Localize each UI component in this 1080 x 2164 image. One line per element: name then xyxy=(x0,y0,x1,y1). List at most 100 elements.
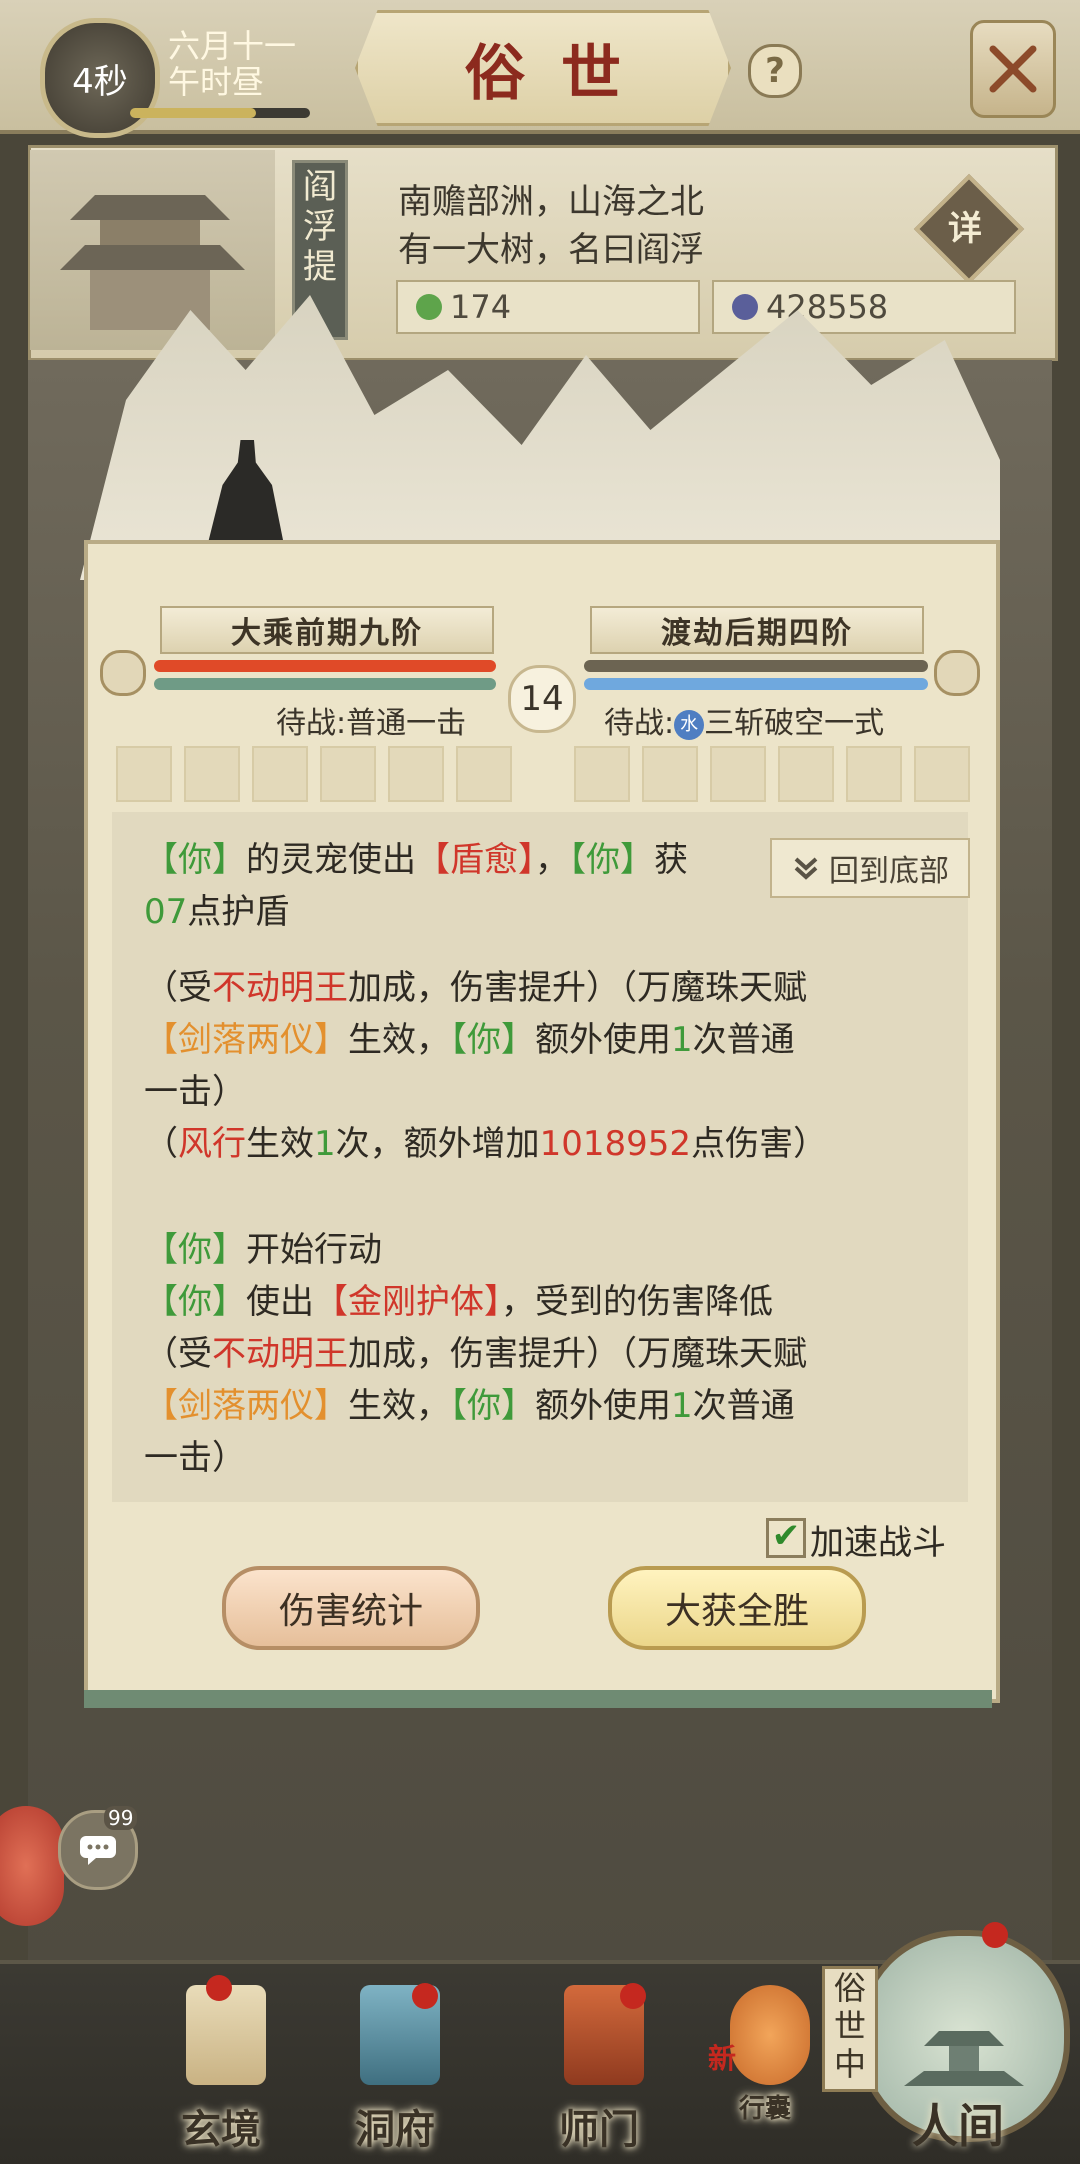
log-number: 1 xyxy=(314,1124,336,1164)
time-progress-fill xyxy=(130,108,256,118)
log-text: 点护盾 xyxy=(187,892,290,932)
log-text: 额外使用 xyxy=(535,1386,671,1426)
enemy-buff-slot[interactable] xyxy=(710,746,766,802)
player-avatar[interactable] xyxy=(100,650,146,696)
log-text: 次普通 xyxy=(692,1020,795,1060)
log-actor: 【你】 xyxy=(144,840,246,880)
victory-button[interactable]: 大获全胜 xyxy=(608,1566,866,1650)
title-plate: 俗世 xyxy=(355,10,731,126)
log-text: 次，额外增加 xyxy=(335,1124,540,1164)
battle-log[interactable]: 【你】的灵宠使出【盾愈】，【你】获 07点护盾 （受不动明王加成，伤害提升）（万… xyxy=(112,812,968,1502)
scroll-icon xyxy=(186,1985,266,2085)
page-title: 俗世 xyxy=(465,38,657,109)
log-text: 生效， xyxy=(348,1020,450,1060)
back-to-bottom-button[interactable]: 回到底部 xyxy=(770,838,970,898)
log-damage: 1018952 xyxy=(539,1124,692,1164)
speed-checkbox[interactable]: ✔ xyxy=(766,1518,806,1558)
log-text: ，受到的伤害降低 xyxy=(501,1282,773,1322)
nav-item-xuanjing[interactable]: 玄境 xyxy=(146,1975,296,2155)
log-text: 加成，伤害提升）（万魔珠天赋 xyxy=(348,1334,807,1374)
log-line: （受不动明王加成，伤害提升）（万魔珠天赋 xyxy=(144,960,807,1009)
player-hp-bar xyxy=(154,660,496,672)
detail-button-label[interactable]: 详 xyxy=(930,190,1000,260)
log-text: （受 xyxy=(144,968,212,1008)
resource-coin: 428558 xyxy=(712,280,1016,334)
player-buff-slot[interactable] xyxy=(116,746,172,802)
log-text: 生效， xyxy=(348,1386,450,1426)
chat-icon xyxy=(80,1836,116,1865)
log-line: 一击） xyxy=(144,1430,246,1479)
log-buff: 不动明王 xyxy=(212,968,348,1008)
log-line: 【你】的灵宠使出【盾愈】，【你】获 xyxy=(144,832,688,881)
log-text: 使出 xyxy=(246,1282,314,1322)
enemy-buff-slot[interactable] xyxy=(574,746,630,802)
enemy-buff-slot[interactable] xyxy=(914,746,970,802)
log-actor: 【你】 xyxy=(144,1230,246,1270)
log-buff: 风行 xyxy=(178,1124,246,1164)
log-buff: 不动明王 xyxy=(212,1334,348,1374)
enemy-energy-bar xyxy=(584,678,928,690)
log-line: 【你】开始行动 xyxy=(144,1222,382,1271)
date-line2: 午时昼 xyxy=(168,63,265,101)
right-rank: 渡劫后期四阶 xyxy=(590,606,924,654)
log-text: 次普通 xyxy=(692,1386,795,1426)
nav-item-dongfu[interactable]: 洞府 xyxy=(320,1975,470,2155)
notification-dot xyxy=(412,1983,438,2009)
leaf-icon xyxy=(416,294,442,320)
back-to-bottom-label: 回到底部 xyxy=(829,854,949,889)
enemy-buff-slot[interactable] xyxy=(642,746,698,802)
date-line1: 六月十一 xyxy=(168,27,297,65)
resource-spirit-value: 174 xyxy=(450,288,512,326)
log-text: 点伤害） xyxy=(691,1124,828,1164)
log-actor: 【你】 xyxy=(569,840,654,880)
log-line: 07点护盾 xyxy=(144,884,289,933)
enemy-avatar[interactable] xyxy=(934,650,980,696)
log-line: （受不动明王加成，伤害提升）（万魔珠天赋 xyxy=(144,1326,807,1375)
chevron-down-icon xyxy=(794,857,818,880)
log-text: （ xyxy=(144,1124,178,1164)
enemy-buff-slot[interactable] xyxy=(778,746,834,802)
pavilion-icon xyxy=(60,195,245,330)
log-actor: 【你】 xyxy=(144,1282,246,1322)
nav-item-xingnang[interactable]: 新 行囊 xyxy=(690,1975,840,2155)
log-actor: 【你】 xyxy=(450,1020,535,1060)
nav-label-shimen: 师门 xyxy=(559,2106,639,2153)
treasure-chest-icon[interactable] xyxy=(0,1806,64,1926)
nav-item-shimen[interactable]: 师门 xyxy=(524,1975,674,2155)
player-buff-slot[interactable] xyxy=(456,746,512,802)
log-line: 【你】使出【金刚护体】，受到的伤害降低 xyxy=(144,1274,773,1323)
nav-label-xuanjing: 玄境 xyxy=(181,2106,261,2153)
player-buff-slot[interactable] xyxy=(184,746,240,802)
log-text: 加成，伤害提升）（万魔珠天赋 xyxy=(348,968,807,1008)
log-text: 生效 xyxy=(246,1124,314,1164)
log-line: 一击） xyxy=(144,1064,246,1113)
nav-label-dongfu: 洞府 xyxy=(355,2106,435,2153)
player-buff-slot[interactable] xyxy=(252,746,308,802)
damage-stats-button[interactable]: 伤害统计 xyxy=(222,1566,480,1650)
log-skill: 【盾愈】 xyxy=(416,840,535,880)
chat-unread-count: 99 xyxy=(104,1806,138,1830)
resource-coin-value: 428558 xyxy=(766,288,889,326)
turn-counter: 14 xyxy=(508,665,576,733)
log-line: （风行生效1次，额外增加1018952点伤害） xyxy=(144,1116,827,1165)
log-number: 07 xyxy=(144,892,188,932)
new-badge: 新 xyxy=(708,2042,737,2075)
log-text: 一击） xyxy=(144,1072,246,1112)
enemy-buff-slot[interactable] xyxy=(846,746,902,802)
speed-label[interactable]: 加速战斗 xyxy=(810,1515,946,1564)
player-buff-slot[interactable] xyxy=(388,746,444,802)
location-illustration xyxy=(30,150,275,350)
date-display: 六月十一 午时昼 xyxy=(168,28,296,100)
coin-icon xyxy=(732,294,758,320)
log-number: 1 xyxy=(671,1020,693,1060)
water-element-icon: 水 xyxy=(674,709,705,740)
log-line: 【剑落两仪】生效，【你】额外使用1次普通 xyxy=(144,1378,795,1427)
timer-badge: 4秒 xyxy=(40,18,160,138)
player-buff-slot[interactable] xyxy=(320,746,376,802)
time-progress xyxy=(130,108,310,118)
log-actor: 【你】 xyxy=(450,1386,535,1426)
close-button[interactable] xyxy=(970,20,1056,118)
nav-label-xingnang: 行囊 xyxy=(738,2094,791,2124)
help-button[interactable]: ? xyxy=(748,44,802,98)
nav-label-renjian[interactable]: 人间 xyxy=(878,2090,1038,2156)
